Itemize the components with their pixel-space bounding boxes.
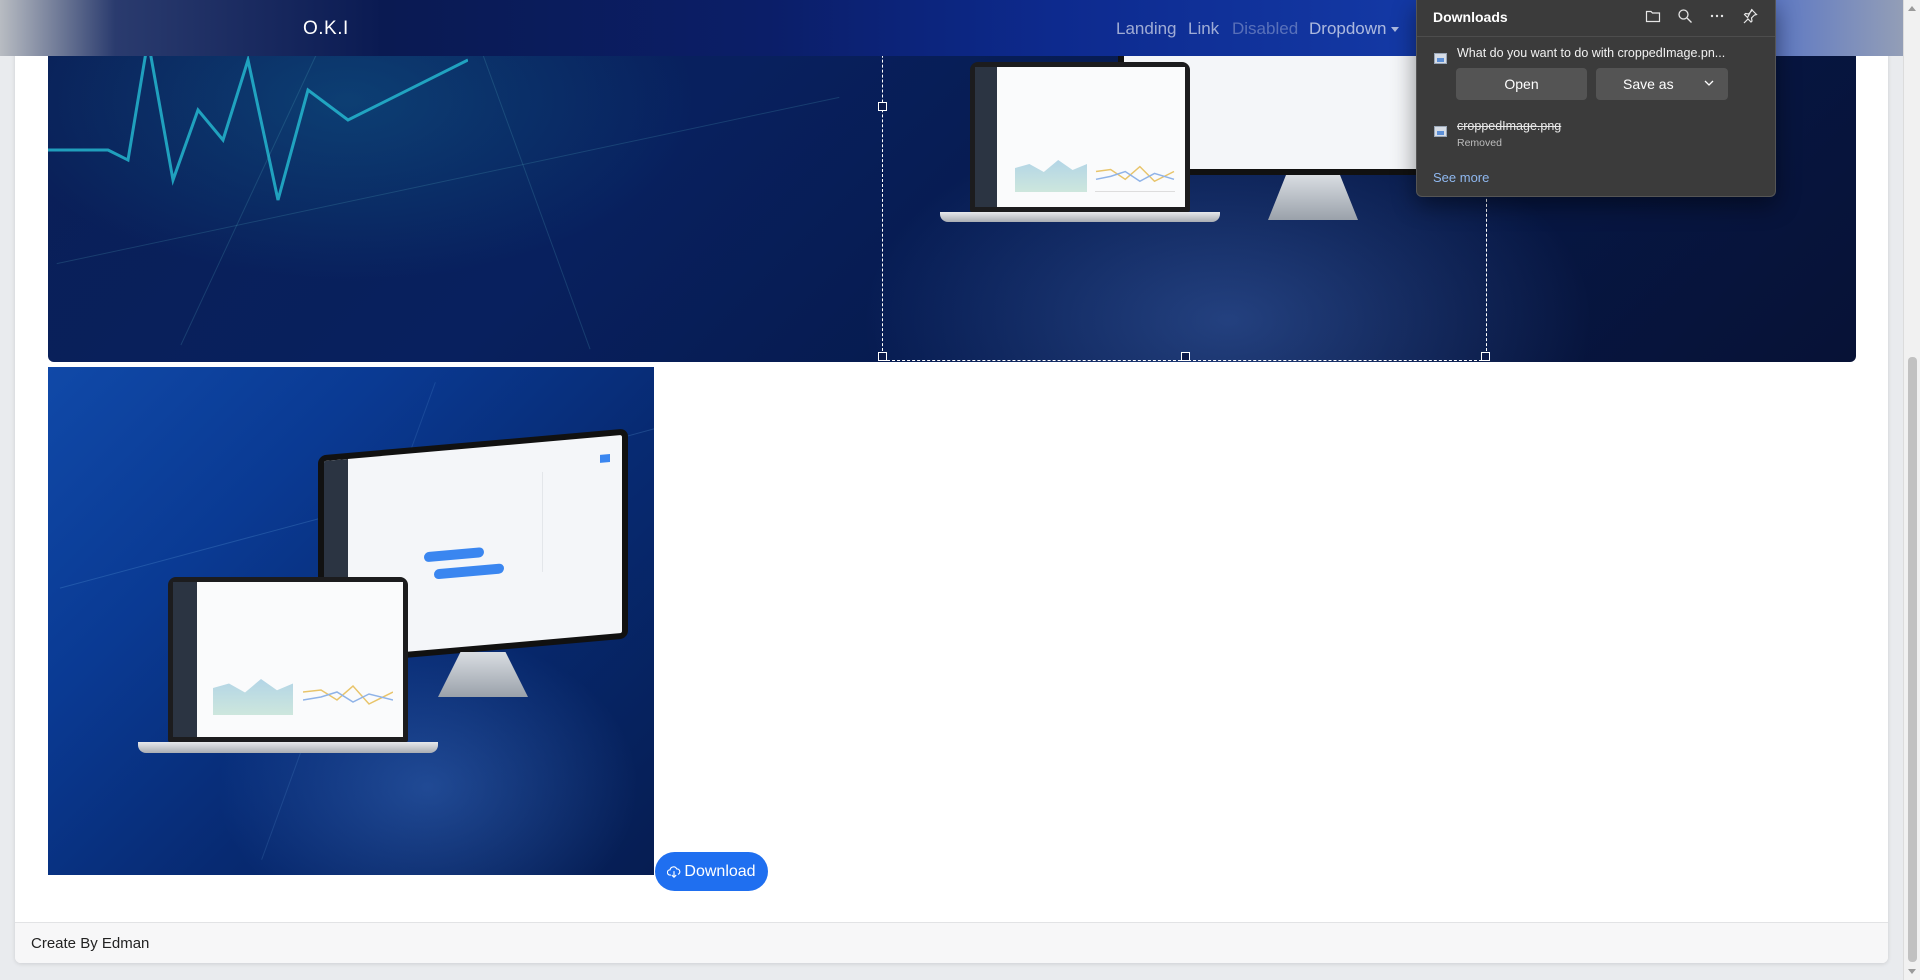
crop-handle[interactable] <box>1181 352 1190 361</box>
more-options-icon[interactable] <box>1709 8 1725 24</box>
chevron-down-icon <box>1704 80 1714 86</box>
open-button[interactable]: Open <box>1456 68 1587 100</box>
cloud-download-icon <box>667 865 681 878</box>
removed-file-name[interactable]: croppedImage.png <box>1457 119 1561 133</box>
caret-down-icon <box>1390 27 1399 33</box>
crop-handle[interactable] <box>1481 352 1490 361</box>
removed-status: Removed <box>1457 137 1502 149</box>
downloads-title: Downloads <box>1433 9 1508 25</box>
divider <box>1417 36 1775 37</box>
nav-link-link[interactable]: Link <box>1188 19 1219 39</box>
download-button[interactable]: Download <box>655 852 768 891</box>
page-scrollbar[interactable] <box>1903 0 1920 980</box>
crop-handle[interactable] <box>878 352 887 361</box>
search-icon[interactable] <box>1677 8 1693 24</box>
footer: Create By Edman <box>15 922 1888 963</box>
grid-line <box>466 10 591 350</box>
nav-dropdown[interactable]: Dropdown <box>1309 19 1399 39</box>
nav-link-disabled: Disabled <box>1232 19 1299 38</box>
see-more-link[interactable]: See more <box>1433 170 1489 185</box>
brand-logo[interactable]: O.K.I <box>303 18 349 40</box>
downloads-flyout: Downloads What do you want to do with cr… <box>1416 0 1776 197</box>
footer-credit: Create By Edman <box>31 935 150 952</box>
image-file-icon <box>1434 126 1447 137</box>
save-as-label: Save as <box>1623 76 1674 92</box>
image-file-icon <box>1434 53 1447 64</box>
nav-link-landing[interactable]: Landing <box>1116 19 1177 39</box>
crop-handle[interactable] <box>878 102 887 111</box>
cropped-preview-image <box>48 367 654 875</box>
scroll-up-arrow-icon[interactable] <box>1908 6 1916 11</box>
scroll-down-arrow-icon[interactable] <box>1908 969 1916 974</box>
download-button-label: Download <box>684 862 756 880</box>
nav-dropdown-label: Dropdown <box>1309 19 1387 38</box>
scroll-thumb[interactable] <box>1908 357 1917 962</box>
folder-icon[interactable] <box>1645 8 1661 24</box>
pin-icon[interactable] <box>1742 8 1758 24</box>
save-as-button[interactable]: Save as <box>1596 68 1728 100</box>
laptop-mockup <box>138 577 438 762</box>
download-prompt-text: What do you want to do with croppedImage… <box>1457 46 1726 60</box>
